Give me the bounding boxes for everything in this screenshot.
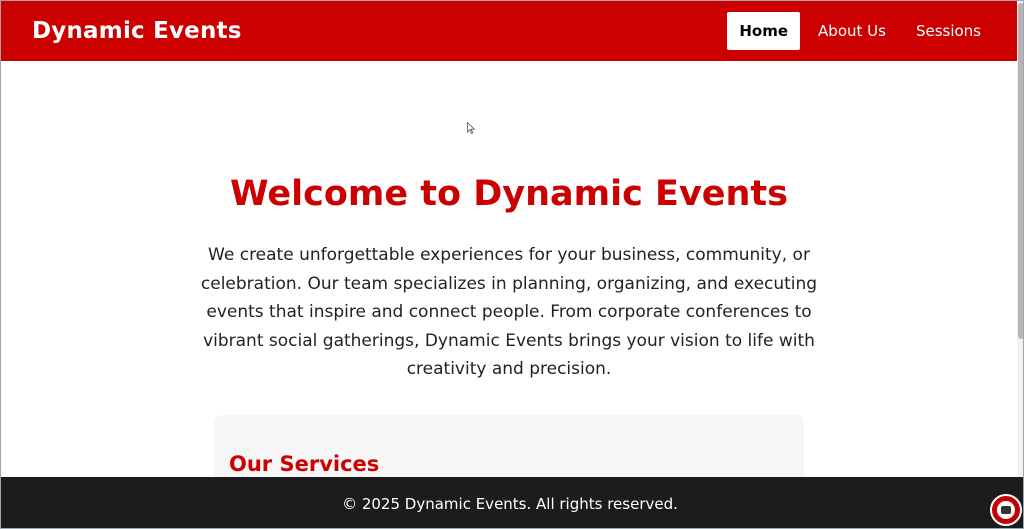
vertical-scrollbar[interactable] [1017,1,1023,477]
nav-about-us[interactable]: About Us [806,12,898,50]
brand-logo[interactable]: Dynamic Events [32,18,242,44]
scrollbar-thumb[interactable] [1018,3,1023,339]
site-header: Dynamic Events Home About Us Sessions [1,1,1017,61]
app-badge-icon[interactable] [990,494,1022,526]
mouse-pointer-icon [467,122,475,134]
hero-description: We create unforgettable experiences for … [200,245,818,379]
nav-home[interactable]: Home [727,12,801,50]
nav-sessions[interactable]: Sessions [904,12,993,50]
main-content: Welcome to Dynamic Events We create unfo… [1,61,1017,528]
services-title: Our Services [229,452,380,476]
hero-title: Welcome to Dynamic Events [230,174,788,214]
browser-viewport: Dynamic Events Home About Us Sessions We… [0,0,1024,529]
main-nav: Home About Us Sessions [727,12,993,50]
footer-copyright: © 2025 Dynamic Events. All rights reserv… [342,494,678,513]
site-footer: © 2025 Dynamic Events. All rights reserv… [1,477,1023,528]
